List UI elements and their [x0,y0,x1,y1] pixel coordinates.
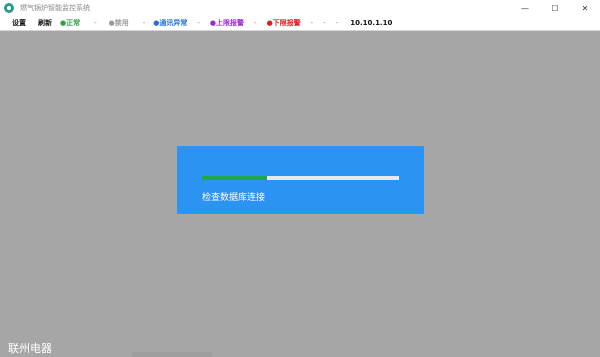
menu-separator: - [142,19,146,27]
menu-separator: - [310,19,314,27]
status-upper-alarm: ●上限报警 [209,19,245,27]
menu-separator: - [197,19,200,27]
window-controls: — ☐ ✕ [510,0,600,16]
menu-bar: 设置 刷新 ●正常 - ●禁用 - ●通讯异常 - ●上限报警 - ●下限报警 … [0,16,600,31]
maximize-button[interactable]: ☐ [540,0,570,16]
menu-settings[interactable]: 设置 [12,18,26,28]
server-ip: 10.10.1.10 [350,19,393,27]
menu-refresh[interactable]: 刷新 [38,18,52,28]
menu-separator: - [94,19,97,27]
progress-fill [202,176,267,180]
menu-separator: - [323,19,326,27]
app-logo-icon [4,3,14,13]
menu-separator: - [335,19,339,27]
status-normal: ●正常 [60,19,81,27]
status-comm-error: ●通讯异常 [153,19,188,27]
footer-faint-text [132,352,212,357]
window-title: 燃气锅炉智能监控系统 [20,4,90,12]
close-button[interactable]: ✕ [570,0,600,16]
menu-separator: - [254,19,257,27]
loading-message: 检查数据库连接 [202,193,266,203]
minimize-button[interactable]: — [510,0,540,16]
progress-bar [202,176,399,180]
status-lower-alarm: ●下限报警 [266,19,301,27]
title-bar: 燃气锅炉智能监控系统 — ☐ ✕ [0,0,600,16]
status-disabled: ●禁用 [108,19,129,27]
brand-watermark: 联州电器 [8,342,52,355]
loading-dialog: 检查数据库连接 [177,146,424,214]
